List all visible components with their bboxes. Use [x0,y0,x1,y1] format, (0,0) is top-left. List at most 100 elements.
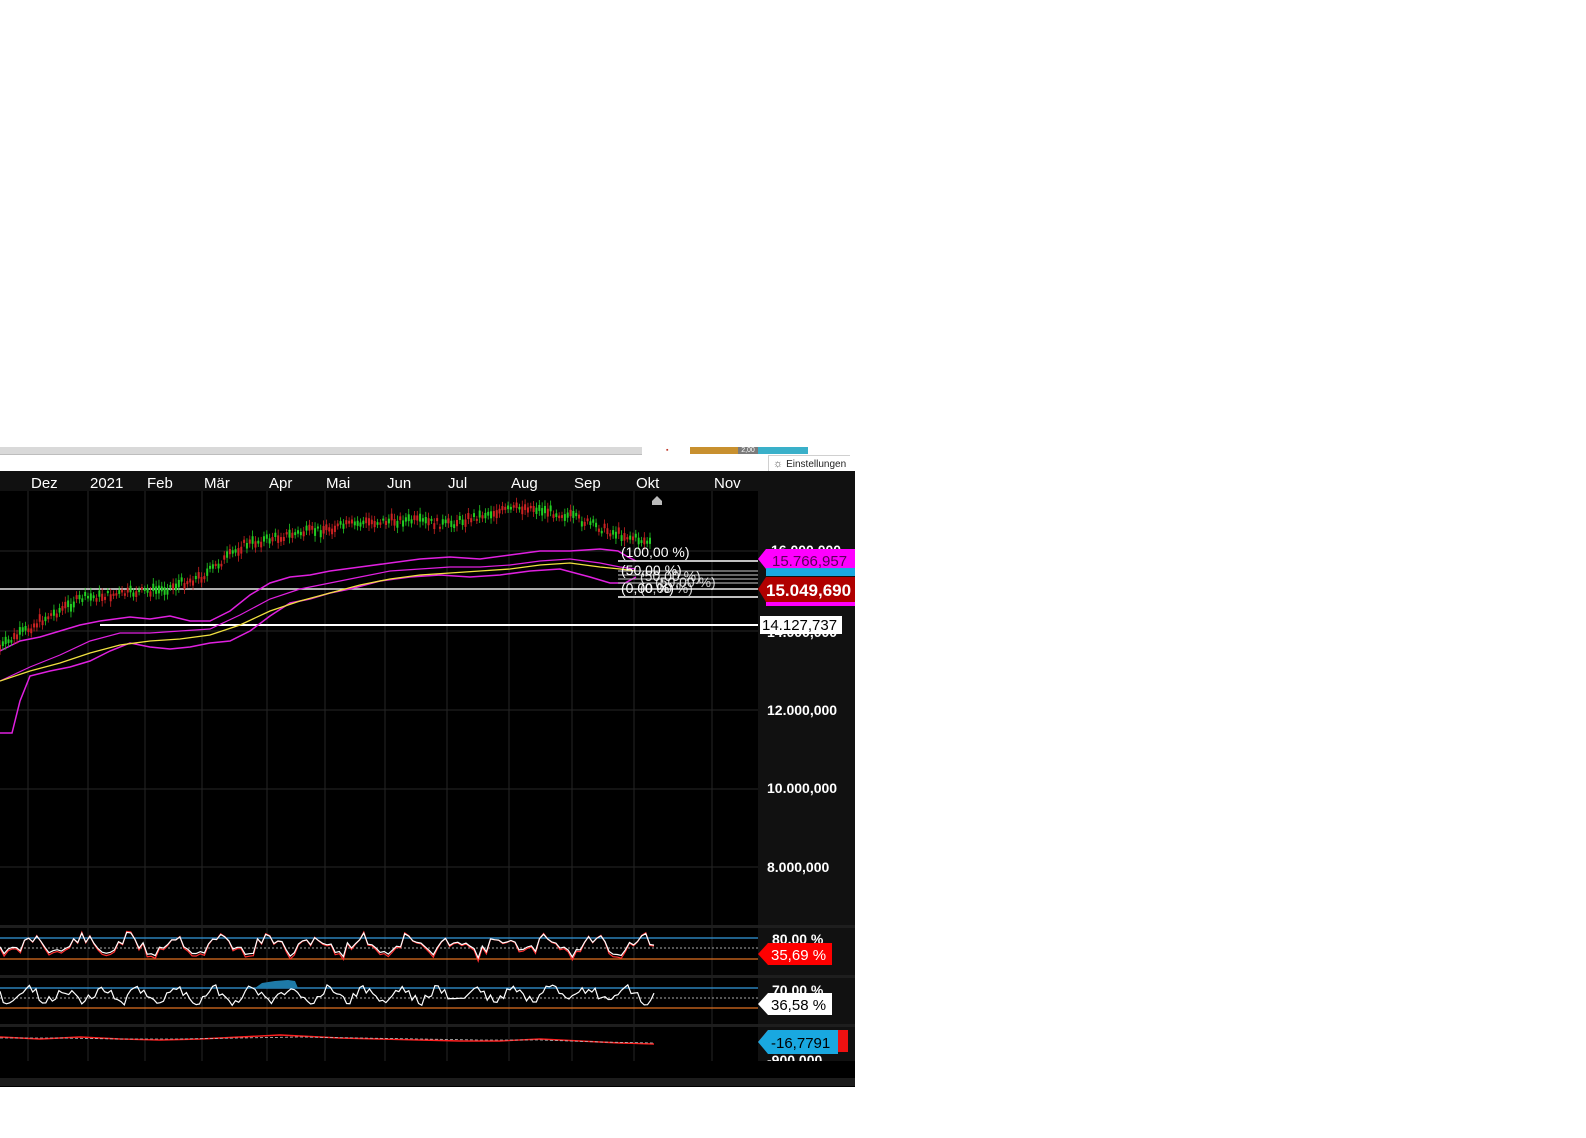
fib-label-100: (100,00 %) [621,544,689,560]
candle [89,593,92,601]
candle [169,585,172,588]
candle [16,634,19,640]
candle [447,518,450,524]
candle [138,589,141,593]
level-tag-14127: 14.127,737 [760,616,842,634]
candle [356,520,359,526]
candle [438,526,441,529]
tick-label-jun: Jun [387,475,411,492]
candle [27,628,30,633]
chart-canvas[interactable]: Dez 2021 Feb Mär Apr Mai Jun Jul Aug Sep… [0,471,855,1061]
panel-separator-1[interactable] [0,925,855,928]
bollinger-upper-band [0,548,637,652]
candle [214,563,217,567]
candle [566,512,569,518]
y-tick-12000: 12.000,000 [767,702,837,718]
candle [541,508,544,516]
candle [251,536,254,544]
macd-value: -16,7791 [771,1035,830,1052]
candle [30,628,33,634]
candle [126,587,129,593]
candle [350,519,353,524]
candle [260,541,263,548]
candle [72,601,75,608]
candle [33,623,36,628]
bottom-scrollbar[interactable] [0,1078,855,1086]
candle [206,568,209,576]
candle [200,577,203,583]
candle [98,590,101,597]
candle [305,525,308,531]
candle [421,518,424,522]
svg-text:15.049,690: 15.049,690 [766,581,851,600]
candle [580,521,583,527]
candle [1,641,4,647]
candle [135,591,138,597]
candle [524,504,527,511]
candle [84,591,87,597]
candle [387,518,390,524]
candle [172,583,175,590]
tick-label-okt: Okt [636,475,660,492]
candle [166,588,169,595]
candle [189,578,192,583]
candle [385,521,388,525]
tick-label-2021: 2021 [90,475,123,492]
mini-bar-value: 2,00 [738,447,758,454]
candle [146,588,149,593]
candle [282,536,285,541]
candle [197,572,200,579]
candle [595,522,598,528]
candle [192,580,195,586]
candle [623,533,626,541]
candle [237,548,240,556]
macd-panel[interactable]: -16,7791 -900,000 [0,1030,848,1061]
candle [600,530,603,534]
candle [21,627,24,632]
candle [285,532,288,535]
candle [376,522,379,525]
candle [461,519,464,526]
candle [0,644,1,651]
candle [115,593,118,596]
chart-toolbar: ▪ 2,00 ☼ Einstellungen [0,447,855,472]
candle [157,585,160,594]
candle [464,519,467,527]
oscillator-1-panel[interactable]: 80,00 % 35,69 % [0,930,832,965]
candle [223,555,226,560]
candle [86,595,89,599]
candle [254,541,257,548]
candle [44,616,47,622]
candle [634,533,637,538]
candle [316,526,319,529]
candle [614,531,617,539]
oscillator-2-panel[interactable]: 70,00 % 36,58 % [0,980,832,1015]
candle [546,508,549,517]
candle [248,539,251,544]
candle [433,523,436,530]
candle [526,507,529,513]
mini-bar-orange [690,447,738,454]
candle [455,519,458,527]
candle [501,506,504,511]
candle [543,505,546,514]
candle [132,592,135,597]
candle [288,529,291,538]
candle [277,535,280,543]
candle [18,627,21,635]
candle [325,524,328,531]
candle [319,530,322,538]
candle [498,508,501,514]
panel-separator-3[interactable] [0,1024,855,1027]
candle [478,510,481,518]
candle [515,502,518,509]
candle [50,613,53,616]
panel-separator-2[interactable] [0,975,855,978]
horizontal-scrollbar[interactable] [0,447,642,455]
settings-label: Einstellungen [786,459,847,470]
candle [78,594,81,600]
candle [314,528,317,536]
candle [399,516,402,521]
settings-button[interactable]: ☼ Einstellungen [768,455,851,472]
okt-marker-icon[interactable] [652,496,662,505]
